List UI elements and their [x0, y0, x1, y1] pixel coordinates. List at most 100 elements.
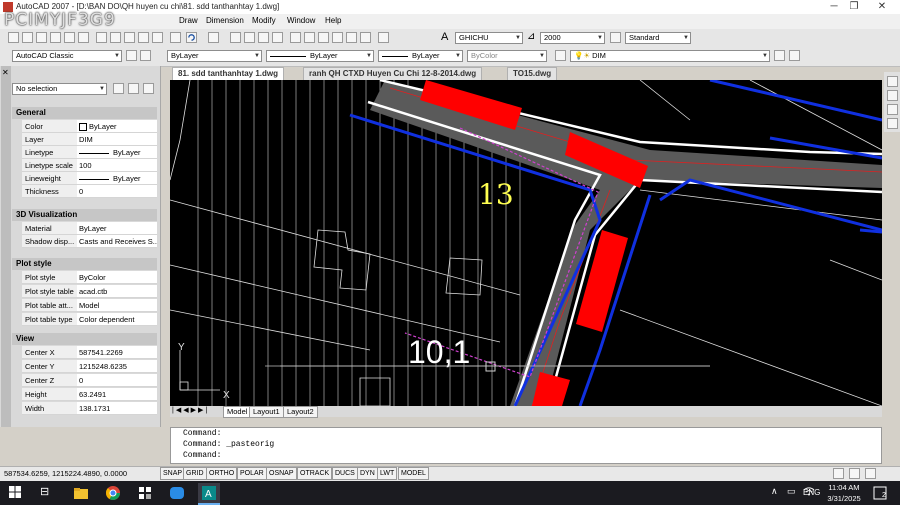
prop-row[interactable]: Linetype ByLayer [22, 146, 157, 159]
zoom-icon[interactable] [887, 104, 898, 115]
snap-button[interactable]: SNAP [160, 467, 186, 480]
publish-icon[interactable] [78, 32, 89, 43]
toolpalette-icon[interactable] [318, 32, 329, 43]
app-grid-icon[interactable] [136, 484, 154, 502]
make-current-layer-icon[interactable] [774, 50, 785, 61]
layer-previous-icon[interactable] [789, 50, 800, 61]
dyn-button[interactable]: DYN [357, 467, 378, 480]
network-icon[interactable]: ▭ [787, 486, 796, 497]
copy-icon[interactable] [110, 32, 121, 43]
section-view[interactable]: View [12, 333, 157, 345]
selection-select[interactable]: No selection ▼ [12, 83, 107, 95]
matchprop-icon[interactable] [138, 32, 149, 43]
table-style-select[interactable]: Standard ▼ [625, 32, 691, 44]
task-view-icon[interactable]: ⊟ [40, 485, 49, 498]
zoom-realtime-icon[interactable] [244, 32, 255, 43]
windows-start-icon[interactable] [9, 486, 21, 498]
tray-chevron-icon[interactable]: ∧ [771, 486, 778, 497]
tab-scroll-icon[interactable]: |◀◀▶▶| [172, 406, 209, 414]
plotstyle-select[interactable]: ByColor ▼ [467, 50, 547, 62]
file-explorer-icon[interactable] [72, 484, 90, 502]
prop-row[interactable]: Plot style ByColor [22, 271, 157, 284]
navigation-icon[interactable] [887, 76, 898, 87]
prop-row[interactable]: Plot table type Color dependent [22, 313, 157, 326]
linetype-select[interactable]: ByLayer ▼ [266, 50, 374, 62]
prop-row[interactable]: Lineweight ByLayer [22, 172, 157, 185]
palette-titlebar[interactable]: ✕ [1, 66, 11, 427]
prop-row[interactable]: Layer DIM [22, 133, 157, 146]
prop-row[interactable]: Width 138.1731 [22, 402, 157, 415]
prop-row[interactable]: Plot table att... Model [22, 299, 157, 312]
tab-model[interactable]: Model [223, 406, 252, 418]
comm-center-icon[interactable] [833, 468, 844, 479]
clock-date[interactable]: 3/31/2025 [827, 494, 861, 503]
block-icon[interactable] [152, 32, 163, 43]
drawing-canvas[interactable]: Y X 13 10,1 [170, 80, 882, 406]
prop-row[interactable]: Thickness 0 [22, 185, 157, 198]
otrack-button[interactable]: OTRACK [297, 467, 333, 480]
open-icon[interactable] [22, 32, 33, 43]
tab-drawing-2[interactable]: ranh QH CTXD Huyen Cu Chi 12-8-2014.dwg [303, 67, 483, 80]
prop-row[interactable]: Material ByLayer [22, 222, 157, 235]
pan-tool-icon[interactable] [887, 118, 898, 129]
section-plot-style[interactable]: Plot style [12, 258, 157, 270]
toggle-pickadd-icon[interactable] [113, 83, 124, 94]
redo-icon[interactable] [208, 32, 219, 43]
tab-layout1[interactable]: Layout1 [249, 406, 284, 418]
menu-modify[interactable]: Modify [252, 16, 276, 25]
lwt-button[interactable]: LWT [377, 467, 398, 480]
ortho-button[interactable]: ORTHO [206, 467, 238, 480]
text-style-select[interactable]: GHICHU ▼ [455, 32, 523, 44]
menu-dimension[interactable]: Dimension [206, 16, 244, 25]
tab-layout2[interactable]: Layout2 [283, 406, 318, 418]
clock-time[interactable]: 11:04 AM [827, 483, 861, 492]
tab-drawing-3[interactable]: TO15.dwg [507, 67, 558, 80]
menu-draw[interactable]: Draw [179, 16, 198, 25]
ducs-button[interactable]: DUCS [332, 467, 358, 480]
designcenter-icon[interactable] [304, 32, 315, 43]
prop-row[interactable]: Center X 587541.2269 [22, 346, 157, 359]
zoom-window-icon[interactable] [258, 32, 269, 43]
lang-indicator[interactable]: ENG [803, 488, 820, 497]
markup-icon[interactable] [346, 32, 357, 43]
layer-manager-icon[interactable] [555, 50, 566, 61]
preview-icon[interactable] [64, 32, 75, 43]
prop-row[interactable]: Center Z0 [22, 374, 157, 387]
prop-row[interactable]: Plot style table acad.ctb [22, 285, 157, 298]
chrome-icon[interactable] [104, 484, 122, 502]
new-icon[interactable] [8, 32, 19, 43]
model-button[interactable]: MODEL [398, 467, 429, 480]
sheetset-icon[interactable] [332, 32, 343, 43]
paste-icon[interactable] [124, 32, 135, 43]
undo-icon[interactable] [186, 32, 197, 43]
print-icon[interactable] [50, 32, 61, 43]
properties-icon[interactable] [290, 32, 301, 43]
layer-select[interactable]: 💡☀ DIM ▼ [570, 50, 770, 62]
osnap-button[interactable]: OSNAP [266, 467, 297, 480]
zalo-icon[interactable] [168, 484, 186, 502]
menu-window[interactable]: Window [287, 16, 315, 25]
autocad-task-icon[interactable]: A [198, 483, 220, 503]
menu-help[interactable]: Help [325, 16, 341, 25]
clean-screen-icon[interactable] [865, 468, 876, 479]
orbit-icon[interactable] [887, 90, 898, 101]
polar-button[interactable]: POLAR [237, 467, 267, 480]
help-icon[interactable] [378, 32, 389, 43]
pan-icon[interactable] [230, 32, 241, 43]
notification-icon[interactable]: 2 [873, 486, 887, 500]
workspace-settings-icon[interactable] [126, 50, 137, 61]
calculator-icon[interactable] [360, 32, 371, 43]
prop-row[interactable]: Color ByLayer [22, 120, 157, 133]
restore-icon[interactable]: ❐ [842, 0, 866, 14]
workspace-save-icon[interactable] [140, 50, 151, 61]
dim-style-select[interactable]: 2000 ▼ [540, 32, 605, 44]
save-icon[interactable] [36, 32, 47, 43]
lineweight-select[interactable]: ByLayer ▼ [378, 50, 463, 62]
section-3d-visualization[interactable]: 3D Visualization [12, 209, 157, 221]
zoom-previous-icon[interactable] [272, 32, 283, 43]
brush-icon[interactable] [170, 32, 181, 43]
prop-row[interactable]: Center Y 1215248.6235 [22, 360, 157, 373]
prop-row[interactable]: Height 63.2491 [22, 388, 157, 401]
command-window[interactable]: Command: Command: _pasteorig Command: [170, 427, 882, 464]
prop-row[interactable]: Linetype scale 100 [22, 159, 157, 172]
